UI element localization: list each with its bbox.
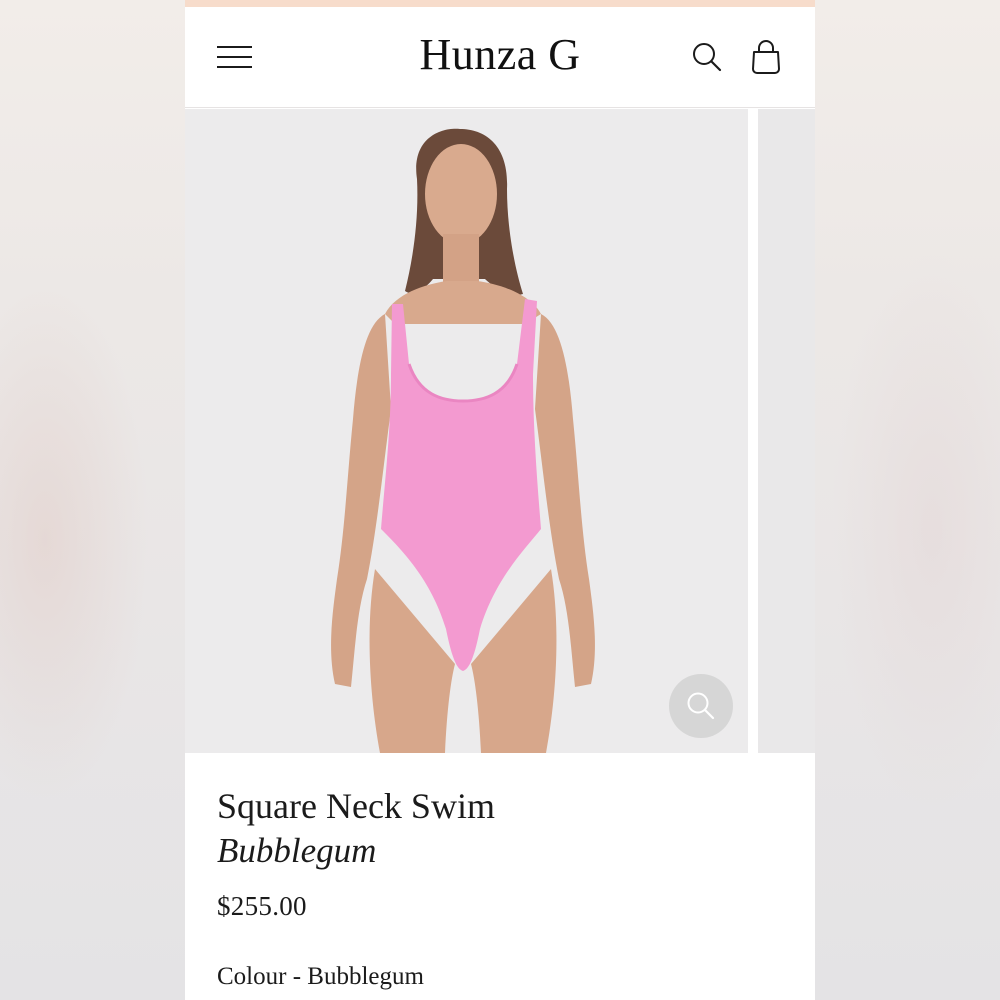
shopping-bag-icon[interactable] bbox=[749, 39, 783, 75]
colour-selector-label: Colour - Bubblegum bbox=[217, 963, 424, 991]
colour-label: Colour bbox=[217, 963, 287, 990]
product-colorway: Bubblegum bbox=[217, 831, 377, 870]
product-title: Square Neck Swim bbox=[217, 786, 495, 826]
model-swimsuit-image bbox=[331, 128, 595, 753]
blurred-background-left bbox=[0, 0, 185, 1000]
product-info: Square Neck Swim Bubblegum $255.00 Colou… bbox=[185, 753, 815, 1000]
product-price: $255.00 bbox=[217, 891, 307, 921]
blurred-background-right bbox=[815, 0, 1000, 1000]
search-icon[interactable] bbox=[691, 41, 723, 73]
mobile-page: Hunza G Square Neck Swim Bubblegum $255.… bbox=[185, 0, 815, 1000]
site-header: Hunza G bbox=[185, 7, 815, 108]
zoom-button[interactable] bbox=[669, 674, 733, 738]
magnifier-icon bbox=[687, 692, 715, 720]
colour-value: Bubblegum bbox=[307, 963, 424, 990]
colour-separator: - bbox=[286, 963, 308, 990]
product-image-gallery[interactable] bbox=[185, 109, 815, 753]
product-image-main[interactable] bbox=[185, 109, 748, 753]
product-image-next[interactable] bbox=[758, 109, 815, 753]
announcement-bar bbox=[185, 0, 815, 7]
